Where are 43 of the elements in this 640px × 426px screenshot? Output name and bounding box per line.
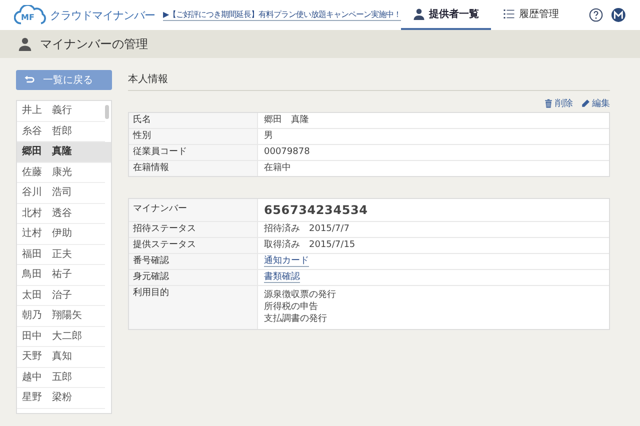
person-list-item[interactable]: 辻村 伊助 xyxy=(17,224,105,244)
field-value: 郷田 真隆 xyxy=(264,115,309,125)
announcement-link[interactable]: ▶【ご好評につき期間延長】有料プラン使い放題キャンペーン実施中！ xyxy=(163,9,402,21)
logo-text: クラウドマイナンバー xyxy=(50,8,155,22)
person-list-item[interactable]: 天野 真知 xyxy=(17,347,105,368)
mynumber-value: 656734234534 xyxy=(264,203,368,217)
field-label: 氏名 xyxy=(129,113,258,128)
purpose-text: 支払調書の発行 xyxy=(264,313,328,325)
field-label: 番号確認 xyxy=(129,254,258,269)
person-list-item[interactable]: 郷田 真隆 xyxy=(17,142,111,162)
person-list-item[interactable]: 星野 梁粉 xyxy=(17,388,105,408)
field-value: 男 xyxy=(264,131,273,141)
person-list-item[interactable]: 鳥田 祐子 xyxy=(17,265,105,286)
field-label: 在籍情報 xyxy=(129,161,258,176)
document-link[interactable]: 書類確認 xyxy=(264,272,300,283)
purpose-text: 所得税の申告 xyxy=(264,301,319,313)
purpose-text: 源泉徴収票の発行 xyxy=(264,289,336,301)
field-label: 従業員コード xyxy=(129,145,258,160)
person-list-item[interactable]: 田中 大二郎 xyxy=(17,326,105,347)
action-link[interactable]: 編集 xyxy=(581,97,610,110)
section-title: 本人情報 xyxy=(128,70,610,91)
person-list-item[interactable]: 朝乃 翔陽矢 xyxy=(17,306,105,326)
action-link[interactable]: 削除 xyxy=(544,97,573,110)
logo-mark: MF xyxy=(21,13,34,22)
person-list-item[interactable]: 谷川 浩司 xyxy=(17,183,105,204)
person-list-item[interactable]: 太田 治子 xyxy=(17,286,105,306)
field-value: 00079878 xyxy=(264,147,310,157)
page-title: マイナンバーの管理 xyxy=(40,36,148,52)
nav-tab[interactable]: 履歴管理 xyxy=(491,0,572,30)
person-list-item[interactable]: 福田 正夫 xyxy=(17,244,105,265)
field-label: 招待ステータス xyxy=(129,222,258,237)
person-list-item[interactable]: 佐藤 康光 xyxy=(17,162,105,183)
field-value: 招待済み 2015/7/7 xyxy=(264,224,350,234)
field-value: 在籍中 xyxy=(264,163,291,173)
person-list-item[interactable]: 越中 五郎 xyxy=(17,368,105,388)
field-label: 身元確認 xyxy=(129,270,258,285)
person-list-item[interactable]: 北村 透谷 xyxy=(17,204,105,224)
field-label: 性別 xyxy=(129,129,258,144)
field-label: 提供ステータス xyxy=(129,238,258,253)
field-value: 取得済み 2015/7/15 xyxy=(264,240,356,250)
document-link[interactable]: 通知カード xyxy=(264,256,309,267)
field-label: マイナンバー xyxy=(129,199,258,221)
field-label: 利用目的 xyxy=(129,286,258,329)
